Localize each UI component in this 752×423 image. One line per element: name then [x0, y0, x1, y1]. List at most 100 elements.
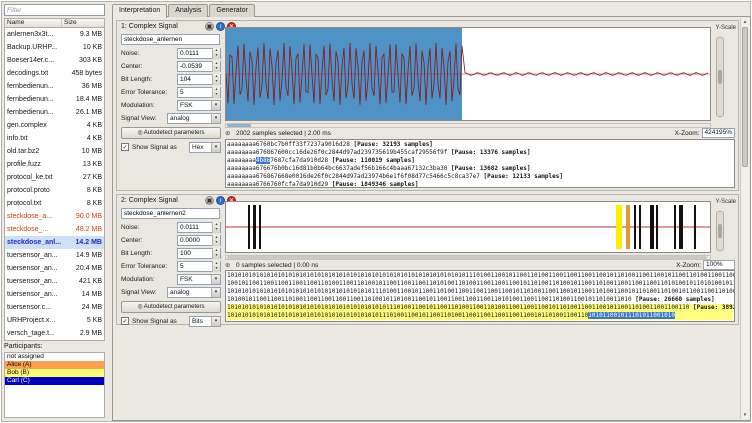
- modulation-combobox[interactable]: FSK ▾: [177, 100, 221, 111]
- file-row[interactable]: versch_tage.t... 2.9 MB: [5, 327, 104, 340]
- protocol-message[interactable]: 1010101010101010101010101010101010101010…: [227, 288, 734, 296]
- signal1-protocol-view[interactable]: aaaaaaaa6760bc7b0ff33f7237a9016d28 [Paus…: [225, 139, 735, 188]
- protocol-message[interactable]: 1010101010101010101010101010101010101010…: [227, 304, 734, 312]
- yscale-slider-handle[interactable]: [718, 70, 722, 84]
- column-size[interactable]: Size: [62, 19, 104, 27]
- file-name: steckdose_anl...: [7, 239, 62, 246]
- scroll-down-icon[interactable]: ▼: [741, 411, 749, 419]
- xzoom-value[interactable]: 424195%: [701, 128, 735, 138]
- message-data: 1010010110011001101001100110011001100110…: [227, 296, 632, 303]
- zoom-selection-icon[interactable]: ⊕: [225, 261, 234, 269]
- file-row[interactable]: tuersensor_an... 14.9 MB: [5, 249, 104, 262]
- signal2-name-input[interactable]: [121, 208, 220, 219]
- zoom-selection-icon[interactable]: ⊕: [225, 129, 234, 137]
- show-signal-value: Hex: [192, 144, 204, 151]
- file-row[interactable]: tuersensor.c... 24 MB: [5, 301, 104, 314]
- yscale-slider[interactable]: [716, 211, 724, 251]
- spin-arrows-icon[interactable]: ▲ ▼: [212, 61, 220, 72]
- file-row[interactable]: steckdose_... 48.2 MB: [5, 223, 104, 236]
- signal-view-combobox[interactable]: analog ▾: [167, 113, 221, 124]
- file-row[interactable]: fernbedienun... 26.1 MB: [5, 106, 104, 119]
- main-vertical-scrollbar[interactable]: ▲ ▼: [740, 18, 749, 419]
- signal1-name-input[interactable]: [121, 34, 220, 45]
- protocol-message[interactable]: aaaaaaaa676867668e0016de26f0c2844d97ad23…: [227, 173, 733, 181]
- xzoom-value[interactable]: 100%: [703, 260, 735, 270]
- protocol-message[interactable]: 1010101010101010101010101010101010101010…: [227, 312, 733, 320]
- participant-row[interactable]: Alice (A): [5, 361, 104, 369]
- protocol-message[interactable]: aaaaaaaa4b867687cfa7da910d28 [Pause: 110…: [227, 157, 733, 165]
- signal2-waveform[interactable]: [225, 201, 711, 253]
- spin-arrows-icon[interactable]: ▲ ▼: [212, 248, 220, 259]
- file-row[interactable]: old.tar.bz2 10 MB: [5, 145, 104, 158]
- signal-view-combobox[interactable]: analog ▾: [167, 287, 221, 298]
- yscale-slider-handle[interactable]: [718, 224, 722, 238]
- file-row[interactable]: fernbedienun... 36 MB: [5, 80, 104, 93]
- spin-arrows-icon[interactable]: ▲ ▼: [212, 87, 220, 98]
- file-row[interactable]: steckdose_a... 90.0 MB: [5, 210, 104, 223]
- hscroll-handle[interactable]: [227, 256, 707, 259]
- tab-interpretation[interactable]: Interpretation: [112, 4, 168, 18]
- file-row[interactable]: anlernen3x3t... 9.3 MB: [5, 28, 104, 41]
- protocol-message[interactable]: 1010101010101010101010101010101010101010…: [227, 272, 734, 280]
- protocol-message[interactable]: aaaaaaaa6760bc7b0ff33f7237a9016d28 [Paus…: [227, 141, 733, 149]
- protocol-message[interactable]: aaaaaaaa676867600cc16de26f0c2844d97ad239…: [227, 149, 733, 157]
- tab-analysis[interactable]: Analysis: [168, 4, 209, 17]
- participant-row[interactable]: not assigned: [5, 353, 104, 361]
- modulation-combobox[interactable]: FSK ▾: [177, 274, 221, 285]
- file-list-header[interactable]: Name Size: [4, 18, 105, 28]
- file-row[interactable]: protocol.txt 8 KB: [5, 197, 104, 210]
- show-signal-combobox[interactable]: Hex ▾: [189, 142, 221, 153]
- autodetect-button[interactable]: ◎Autodetect parameters: [121, 301, 221, 313]
- signal2-hscrollbar[interactable]: [225, 255, 711, 260]
- scroll-up-icon[interactable]: ▲: [741, 18, 749, 26]
- file-row[interactable]: steckdose_anl... 14.2 MB: [5, 236, 104, 249]
- signal-info-icon[interactable]: i: [216, 22, 225, 31]
- save-signal-icon[interactable]: ▣: [205, 196, 214, 205]
- file-row[interactable]: tuersensor_an... 20.4 MB: [5, 262, 104, 275]
- spin-arrows-icon[interactable]: ▲ ▼: [212, 74, 220, 85]
- filter-input[interactable]: [4, 4, 105, 16]
- file-row[interactable]: Boeser14er.c... 303 KB: [5, 54, 104, 67]
- file-row[interactable]: protocol.proto 8 KB: [5, 184, 104, 197]
- file-size: 10 MB: [81, 148, 102, 155]
- yscale-slider[interactable]: [716, 37, 724, 117]
- file-row[interactable]: gen.complex 4 KB: [5, 119, 104, 132]
- participants-list[interactable]: not assigned Alice (A) Bob (B) Carl (C): [4, 352, 105, 418]
- signal-info-icon[interactable]: i: [216, 196, 225, 205]
- center-row: Center: ▲▼: [121, 235, 221, 246]
- file-row[interactable]: fernbedienun... 18.4 MB: [5, 93, 104, 106]
- xzoom-control: X-Zoom: 100%: [676, 260, 735, 270]
- file-row[interactable]: profile.fuzz 13 KB: [5, 158, 104, 171]
- save-signal-icon[interactable]: ▣: [205, 22, 214, 31]
- file-row[interactable]: info.txt 4 KB: [5, 132, 104, 145]
- scrollbar-handle[interactable]: [742, 27, 748, 167]
- file-row[interactable]: tuersensor_an... 14 MB: [5, 288, 104, 301]
- spin-arrows-icon[interactable]: ▲ ▼: [212, 48, 220, 59]
- protocol-message[interactable]: 1010010110011001101001100110011001100110…: [227, 296, 733, 304]
- participant-row[interactable]: Carl (C): [5, 377, 104, 385]
- file-row[interactable]: URHProject.x... 5 KB: [5, 314, 104, 327]
- signal2-protocol-view[interactable]: 1010101010101010101010101010101010101010…: [225, 270, 735, 322]
- spin-arrows-icon[interactable]: ▲ ▼: [212, 261, 220, 272]
- show-signal-checkbox[interactable]: ✓: [121, 317, 129, 325]
- file-row[interactable]: decodings.txt 458 bytes: [5, 67, 104, 80]
- column-name[interactable]: Name: [5, 19, 62, 27]
- signal1-hscrollbar[interactable]: [225, 123, 711, 128]
- file-list[interactable]: anlernen3x3t... 9.3 MB Backup.URHP... 10 KB…: [4, 28, 105, 341]
- protocol-message[interactable]: 1001011001100110011001100110100110011010…: [227, 280, 734, 288]
- show-signal-checkbox[interactable]: ✓: [121, 143, 129, 151]
- spin-arrows-icon[interactable]: ▲ ▼: [212, 235, 220, 246]
- signal1-waveform[interactable]: [225, 27, 711, 121]
- file-row[interactable]: Backup.URHP... 10 KB: [5, 41, 104, 54]
- signal-view-row: Signal View: analog ▾: [121, 287, 221, 298]
- hscroll-handle[interactable]: [227, 124, 251, 127]
- autodetect-button[interactable]: ◎Autodetect parameters: [121, 127, 221, 139]
- protocol-message[interactable]: aaaaaaaa6766760fcfa7da910d29 [Pause: 184…: [227, 181, 733, 187]
- spin-arrows-icon[interactable]: ▲ ▼: [212, 222, 220, 233]
- protocol-message[interactable]: aaaaaaaa676676b0bc16d81b0b64bc6637adef56…: [227, 165, 733, 173]
- file-row[interactable]: tuersensor_an... 421 KB: [5, 275, 104, 288]
- tab-generator[interactable]: Generator: [209, 4, 255, 17]
- file-row[interactable]: protocol_ke.txt 27 KB: [5, 171, 104, 184]
- participant-row[interactable]: Bob (B): [5, 369, 104, 377]
- show-signal-combobox[interactable]: Bits ▾: [189, 316, 221, 327]
